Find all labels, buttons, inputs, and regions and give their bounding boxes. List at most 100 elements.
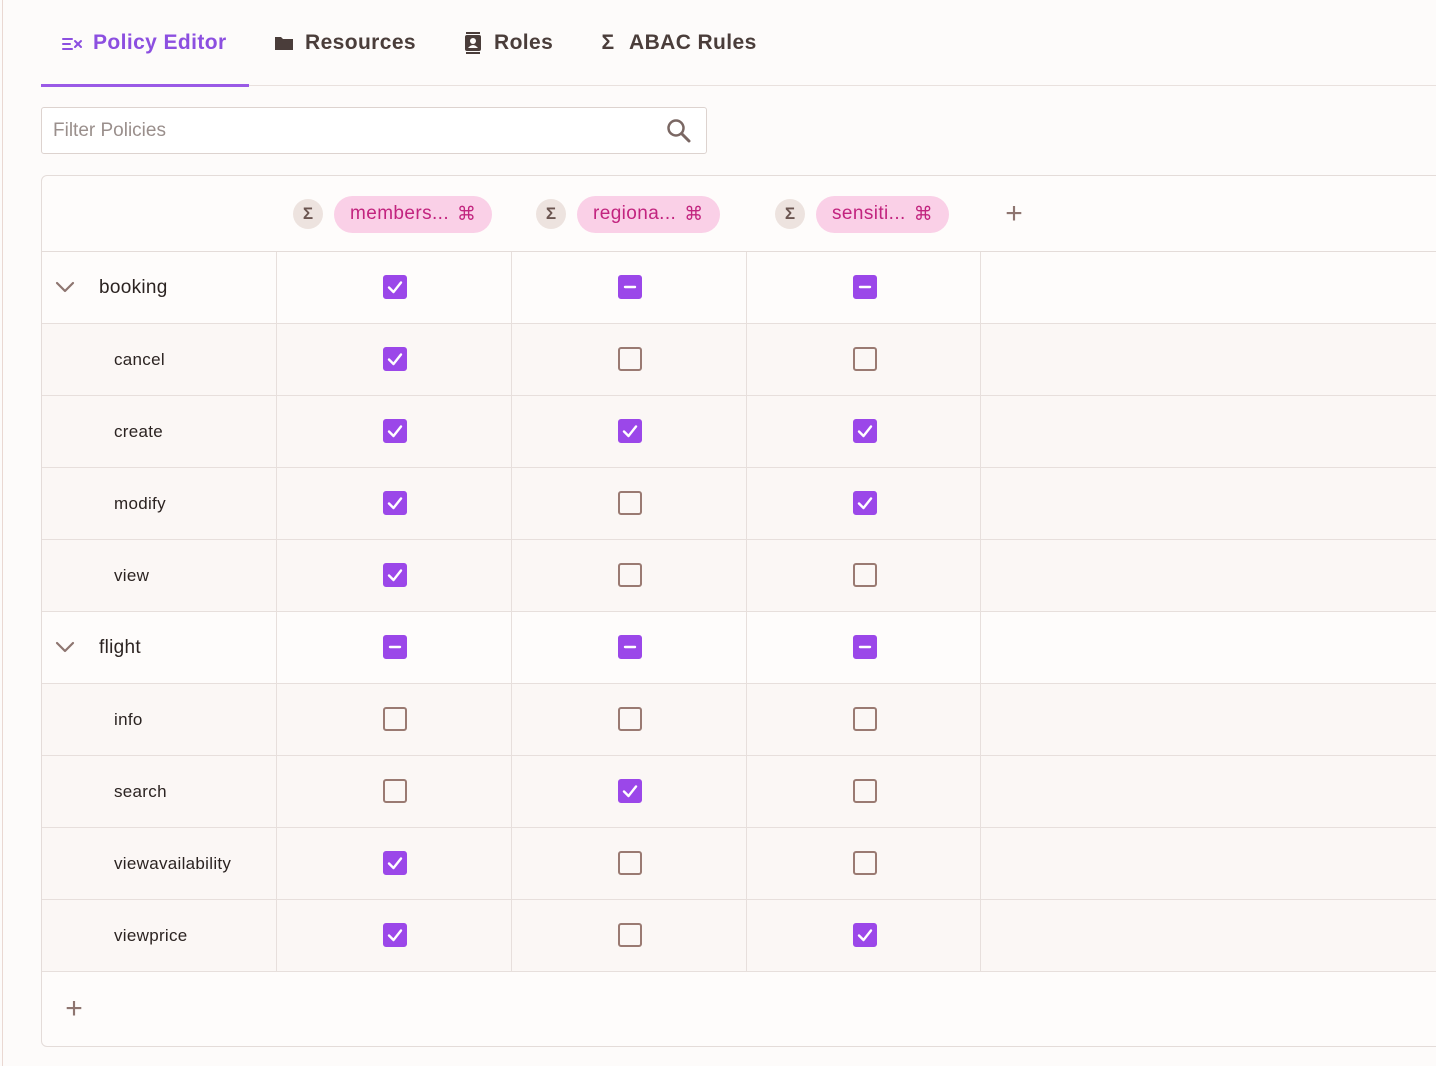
permission-cell [277,324,512,396]
action-label: view [114,566,150,585]
permission-cell [747,900,981,972]
action-name-cell: viewprice [42,900,277,972]
resource-name-cell: flight [42,612,277,684]
permission-checkbox[interactable] [383,347,407,371]
permission-checkbox[interactable] [383,923,407,947]
action-label: search [114,782,167,801]
permission-checkbox[interactable] [853,347,877,371]
partial-checkbox[interactable] [618,275,642,299]
partial-checkbox[interactable] [853,635,877,659]
action-name-cell: view [42,540,277,612]
folder-icon [273,32,295,54]
permission-cell [747,828,981,900]
partial-checkbox[interactable] [383,635,407,659]
add-resource-button[interactable]: + [62,992,86,1025]
action-label: modify [114,494,166,513]
tab-label: ABAC Rules [629,31,757,54]
permission-cell [512,396,747,468]
tab-abac-rules[interactable]: Σ ABAC Rules [597,0,757,86]
action-label: info [114,710,143,729]
rule-column-2: Σ regiona... ⌘ [536,195,720,233]
filter-box [41,107,707,154]
permission-cell [747,756,981,828]
tab-policy-editor[interactable]: Policy Editor [41,0,249,87]
tab-label: Resources [305,31,416,54]
permission-cell [277,828,512,900]
permission-checkbox[interactable] [618,419,642,443]
add-column-button[interactable]: + [999,196,1029,232]
rule-chip[interactable]: regiona... ⌘ [577,195,720,233]
permission-cell [747,468,981,540]
permission-cell [277,684,512,756]
command-icon: ⌘ [913,203,934,225]
permission-checkbox[interactable] [853,923,877,947]
action-row: viewprice [42,900,1436,972]
permission-cell [512,540,747,612]
action-row: viewavailability [42,828,1436,900]
resource-label: flight [99,637,141,658]
permission-cell [512,900,747,972]
permission-checkbox[interactable] [383,419,407,443]
command-icon: ⌘ [684,203,704,225]
permission-checkbox[interactable] [383,491,407,515]
permission-checkbox[interactable] [383,851,407,875]
permission-cell [747,684,981,756]
permission-checkbox[interactable] [618,851,642,875]
rule-label: regiona... [593,203,677,224]
partial-checkbox[interactable] [853,275,877,299]
chevron-down-icon[interactable] [54,276,76,298]
permission-checkbox[interactable] [853,563,877,587]
sigma-icon: Σ [601,31,615,54]
command-icon: ⌘ [457,203,477,225]
permission-cell [277,900,512,972]
permission-cell [512,468,747,540]
permission-cell [512,324,747,396]
rule-label: members... [350,203,450,224]
tab-bar: Policy Editor Resources Roles Σ ABAC Rul… [41,0,1436,87]
permission-checkbox[interactable] [853,419,877,443]
action-name-cell: info [42,684,277,756]
action-label: viewprice [114,926,188,945]
permission-checkbox[interactable] [618,779,642,803]
tab-roles[interactable]: Roles [462,0,553,86]
contact-card-icon [462,32,484,54]
permission-checkbox[interactable] [618,491,642,515]
permission-cell [747,612,981,684]
permission-cell [512,684,747,756]
policy-icon [61,32,83,54]
permission-checkbox[interactable] [618,923,642,947]
action-label: viewavailability [114,854,232,873]
permission-cell [277,396,512,468]
sigma-icon: Σ [775,199,805,229]
permission-checkbox[interactable] [383,707,407,731]
rule-chip[interactable]: sensiti... ⌘ [816,195,950,233]
permission-checkbox[interactable] [618,347,642,371]
policy-grid: Σ members... ⌘ Σ regiona... ⌘ Σ sensiti...… [41,175,1436,1047]
permission-checkbox[interactable] [853,779,877,803]
action-name-cell: modify [42,468,277,540]
permission-checkbox[interactable] [383,779,407,803]
action-row: modify [42,468,1436,540]
filter-policies-input[interactable] [53,108,653,153]
action-label: cancel [114,350,165,369]
search-icon[interactable] [666,118,692,144]
permission-checkbox[interactable] [618,563,642,587]
grid-header: Σ members... ⌘ Σ regiona... ⌘ Σ sensiti...… [42,176,1436,252]
permission-checkbox[interactable] [618,707,642,731]
tab-label: Policy Editor [93,31,227,54]
action-name-cell: search [42,756,277,828]
partial-checkbox[interactable] [618,635,642,659]
permission-checkbox[interactable] [853,851,877,875]
permission-cell [277,756,512,828]
resource-row-booking: booking [42,252,1436,324]
permission-cell [512,252,747,324]
permission-checkbox[interactable] [383,275,407,299]
chevron-down-icon[interactable] [54,636,76,658]
rule-column-1: Σ members... ⌘ [293,195,493,233]
permission-checkbox[interactable] [383,563,407,587]
permission-checkbox[interactable] [853,491,877,515]
tab-resources[interactable]: Resources [273,0,416,86]
rule-chip[interactable]: members... ⌘ [334,195,493,233]
permission-cell [277,540,512,612]
permission-checkbox[interactable] [853,707,877,731]
